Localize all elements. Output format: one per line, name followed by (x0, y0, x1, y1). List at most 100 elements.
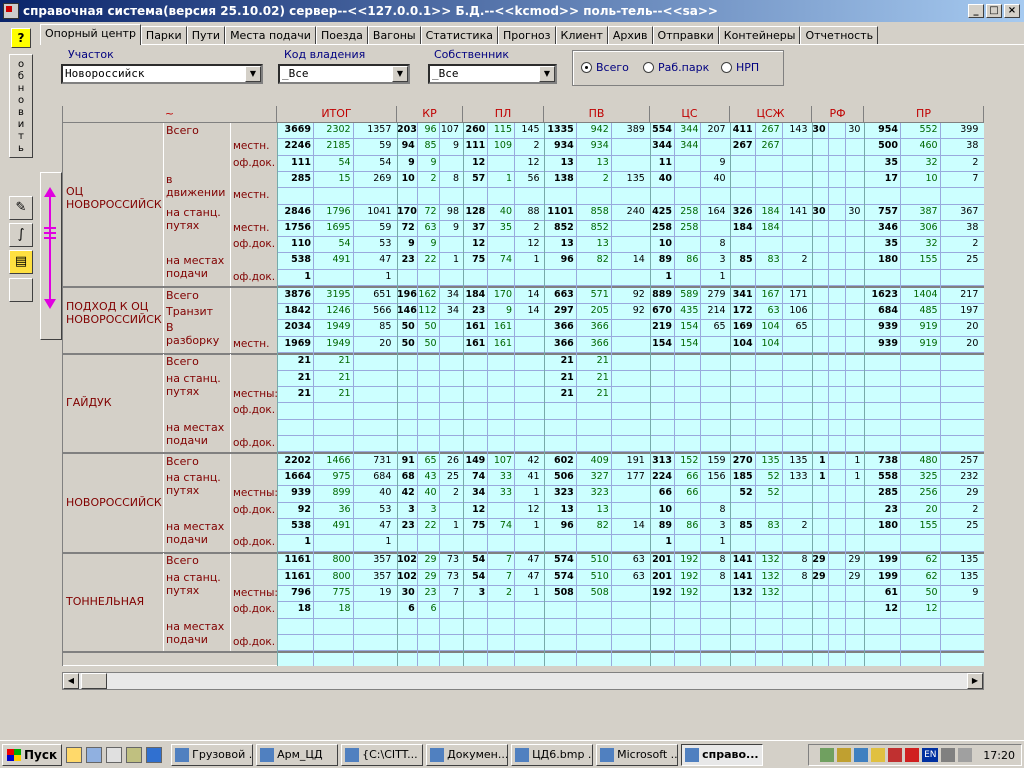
grid-cell[interactable]: 3195 (313, 288, 350, 302)
grid-cell[interactable]: 8 (782, 553, 807, 567)
grid-cell[interactable]: 38 (940, 139, 978, 153)
grid-cell[interactable]: 1 (700, 535, 726, 549)
grid-cell[interactable]: 1 (514, 486, 540, 500)
tray-icon[interactable] (854, 748, 869, 762)
grid-cell[interactable]: 1 (353, 535, 391, 549)
grid-cell[interactable]: 72 (397, 221, 415, 235)
grid-cell[interactable]: 111 (277, 156, 311, 170)
grid-cell[interactable]: 3 (397, 503, 415, 517)
grid-cell[interactable]: 18 (277, 602, 311, 616)
grid-cell[interactable]: 2 (576, 172, 609, 186)
grid-cell[interactable]: 1246 (313, 304, 350, 318)
grid-cell[interactable]: 485 (900, 304, 937, 318)
grid-cell[interactable]: 138 (544, 172, 574, 186)
grid-cell[interactable]: 800 (313, 570, 350, 584)
grid-cell[interactable]: 214 (700, 304, 725, 318)
grid-cell[interactable]: 52 (755, 470, 780, 484)
grid-cell[interactable]: 164 (700, 205, 725, 219)
grid-cell[interactable]: 21 (544, 387, 574, 401)
radio-dot-icon[interactable] (581, 62, 592, 73)
grid-cell[interactable]: 3 (700, 519, 726, 533)
grid-cell[interactable]: 92 (277, 503, 311, 517)
grid-cell[interactable]: 29 (812, 570, 825, 584)
pen-tool-icon[interactable]: ∫ (9, 223, 33, 247)
grid-cell[interactable]: 939 (864, 320, 898, 334)
grid-cell[interactable]: 21 (313, 371, 351, 385)
start-button[interactable]: Пуск (2, 743, 63, 766)
grid-cell[interactable]: 192 (674, 570, 698, 584)
grid-cell[interactable]: 96 (544, 253, 574, 267)
grid-cell[interactable]: 1 (514, 519, 540, 533)
grid-cell[interactable]: 85 (417, 139, 436, 153)
grid-cell[interactable]: 20 (940, 337, 978, 351)
grid-cell[interactable]: 94 (397, 139, 415, 153)
quicklaunch-pen-icon[interactable] (66, 746, 83, 763)
grid-cell[interactable]: 20 (900, 503, 938, 517)
grid-cell[interactable]: 480 (900, 454, 937, 468)
grid-cell[interactable]: 3876 (277, 288, 311, 302)
grid-cell[interactable]: 538 (277, 519, 311, 533)
grid-cell[interactable]: 2 (514, 139, 540, 153)
grid-cell[interactable]: 2 (782, 253, 807, 267)
grid-cell[interactable]: 267 (755, 139, 780, 153)
grid-cell[interactable]: 154 (674, 337, 698, 351)
grid-cell[interactable]: 68 (397, 470, 415, 484)
grid-cell[interactable]: 357 (353, 570, 391, 584)
grid-cell[interactable]: 184 (755, 205, 780, 219)
grid-cell[interactable]: 184 (730, 221, 753, 235)
grid-cell[interactable]: 85 (730, 519, 752, 533)
grid-cell[interactable]: 13 (576, 156, 609, 170)
grid-cell[interactable]: 170 (487, 288, 512, 302)
grid-cell[interactable]: 1796 (313, 205, 350, 219)
radio-option-1[interactable]: Раб.парк (643, 61, 709, 74)
grid-cell[interactable]: 177 (611, 470, 645, 484)
grid-cell[interactable]: 29 (845, 570, 860, 584)
grid-cell[interactable]: 17 (864, 172, 898, 186)
tray-icon[interactable] (888, 748, 903, 762)
grid-cell[interactable]: 3 (417, 503, 437, 517)
grid-cell[interactable]: 269 (353, 172, 391, 186)
grid-cell[interactable]: 161 (463, 337, 485, 351)
grid-cell[interactable]: 775 (313, 586, 350, 600)
quicklaunch-disc-icon[interactable] (126, 746, 143, 763)
grid-cell[interactable]: 20 (940, 320, 978, 334)
grid-cell[interactable]: 141 (782, 205, 807, 219)
grid-cell[interactable]: 325 (900, 470, 937, 484)
grid-cell[interactable]: 83 (755, 253, 780, 267)
column-group-header[interactable]: ЦСЖ (730, 106, 812, 123)
grid-cell[interactable]: 975 (313, 470, 350, 484)
grid-cell[interactable]: 152 (674, 454, 698, 468)
grid-cell[interactable]: 91 (397, 454, 415, 468)
grid-cell[interactable]: 155 (900, 253, 937, 267)
grid-cell[interactable]: 2 (782, 519, 807, 533)
grid-cell[interactable]: 1664 (277, 470, 311, 484)
grid-cell[interactable]: 62 (900, 570, 938, 584)
grid-cell[interactable]: 56 (514, 172, 539, 186)
grid-cell[interactable]: 852 (544, 221, 574, 235)
grid-cell[interactable]: 341 (730, 288, 753, 302)
grid-cell[interactable]: 8 (700, 237, 726, 251)
grid-cell[interactable]: 85 (730, 253, 752, 267)
grid-cell[interactable]: 192 (674, 553, 698, 567)
grid-cell[interactable]: 9 (700, 156, 726, 170)
grid-cell[interactable]: 8 (700, 503, 726, 517)
grid-cell[interactable]: 552 (900, 123, 937, 137)
grid-cell[interactable]: 942 (576, 123, 609, 137)
grid-cell[interactable]: 13 (544, 503, 574, 517)
close-button[interactable]: × (1004, 4, 1020, 18)
grid-cell[interactable]: 327 (576, 470, 609, 484)
grid-cell[interactable]: 411 (730, 123, 753, 137)
grid-cell[interactable]: 232 (940, 470, 978, 484)
grid-corner-header[interactable]: ~ (63, 106, 277, 123)
grid-cell[interactable]: 143 (782, 123, 807, 137)
grid-cell[interactable]: 796 (277, 586, 311, 600)
grid-cell[interactable]: 2 (940, 503, 978, 517)
grid-cell[interactable]: 14 (611, 253, 645, 267)
grid-cell[interactable]: 86 (674, 519, 698, 533)
grid-cell[interactable]: 8 (439, 172, 459, 186)
tray-icon[interactable] (941, 748, 956, 762)
grid-cell[interactable]: 491 (313, 253, 350, 267)
grid-cell[interactable]: 1623 (864, 288, 898, 302)
grid-cell[interactable]: 558 (864, 470, 898, 484)
grid-cell[interactable]: 346 (864, 221, 898, 235)
